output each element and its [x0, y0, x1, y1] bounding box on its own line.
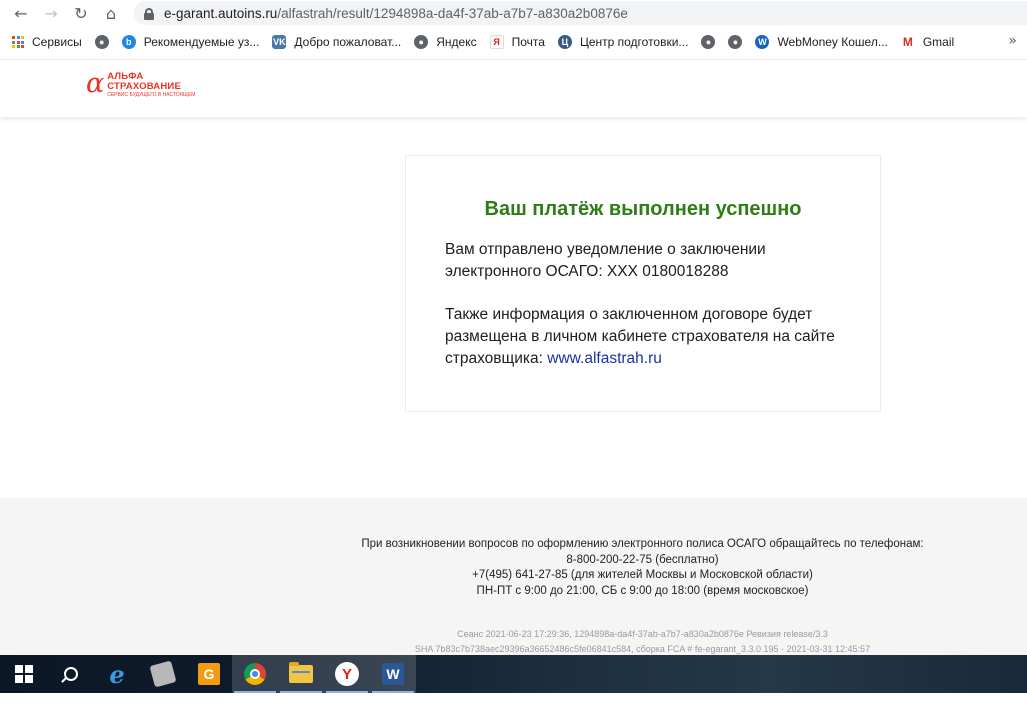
logo-text: АЛЬФА СТРАХОВАНИЕ СЕРВИС БУДУЩЕГО В НАСТ… — [107, 72, 195, 99]
start-button[interactable] — [0, 655, 48, 693]
bookmark-item[interactable]: ● Яндекс — [414, 35, 477, 49]
site-footer: При возникновении вопросов по оформлению… — [0, 498, 1027, 658]
logo-tagline: СЕРВИС БУДУЩЕГО В НАСТОЯЩЕМ — [107, 92, 196, 98]
footer-line-moscow-phone: +7(495) 641-27-85 (для жителей Москвы и … — [472, 569, 813, 581]
bookmark-item[interactable]: Я Почта — [489, 35, 545, 49]
bookmarks-more-button[interactable]: » — [1008, 33, 1017, 49]
contract-info-text: Также информация о заключенном договоре … — [445, 304, 855, 370]
bookmark-item[interactable]: ● — [701, 35, 716, 49]
bookmark-label: Добро пожаловат... — [294, 35, 402, 49]
taskbar-word[interactable]: W — [370, 655, 416, 693]
bookmark-item[interactable]: M Gmail — [900, 35, 955, 49]
folder-icon — [289, 662, 313, 683]
alfastrah-logo[interactable]: α АЛЬФА СТРАХОВАНИЕ СЕРВИС БУДУЩЕГО В НА… — [86, 68, 195, 99]
footer-line-hours: ПН-ПТ с 9:00 до 21:00, СБ с 9:00 до 18:0… — [476, 584, 809, 597]
yandex-icon: Я — [489, 35, 504, 49]
bookmark-label: Рекомендуемые уз... — [143, 35, 260, 49]
taskbar-ie[interactable]: e — [94, 655, 140, 693]
gmail-icon: M — [900, 35, 915, 49]
footer-line-free-phone: 8-800-200-22-75 (бесплатно) — [566, 553, 719, 566]
url-path: /alfastrah/result/1294898a-da4f-37ab-a7b… — [277, 5, 628, 21]
globe-icon: ● — [728, 35, 743, 49]
bookmark-label: Почта — [511, 35, 545, 49]
bookmark-label: Центр подготовки... — [579, 35, 689, 49]
footer-meta: Сеанс 2021-06-23 17:29:36, 1294898a-da4f… — [340, 627, 945, 656]
bing-icon: b — [121, 35, 136, 49]
bookmark-item[interactable]: W WebMoney Кошел... — [755, 35, 888, 49]
apps-icon — [12, 36, 24, 48]
word-icon: W — [382, 663, 404, 685]
alfastrah-link[interactable]: www.alfastrah.ru — [547, 350, 662, 367]
bookmark-item[interactable]: VK Добро пожаловат... — [272, 35, 401, 49]
footer-line-questions: При возникновении вопросов по оформлению… — [361, 538, 924, 550]
yandex-browser-icon: Y — [335, 662, 359, 686]
payment-result-card: Ваш платёж выполнен успешно Вам отправле… — [405, 155, 881, 412]
taskbar-explorer[interactable] — [278, 655, 324, 693]
back-button[interactable]: ← — [6, 1, 36, 25]
taskbar-g-app[interactable]: G — [186, 655, 232, 693]
home-button[interactable]: ⌂ — [96, 1, 126, 25]
footer-contacts: При возникновении вопросов по оформлению… — [340, 537, 945, 599]
address-bar[interactable]: e-garant.autoins.ru/alfastrah/result/129… — [134, 1, 1027, 25]
taskbar-yandex[interactable]: Y — [324, 655, 370, 693]
footer-session: Сеанс 2021-06-23 17:29:36, 1294898a-da4f… — [457, 629, 828, 639]
site-icon: Ц — [557, 35, 572, 49]
internet-explorer-icon: e — [109, 659, 125, 689]
url-host: e-garant.autoins.ru — [164, 5, 278, 21]
globe-icon: ● — [414, 35, 429, 49]
bookmark-item[interactable]: Ц Центр подготовки... — [557, 35, 689, 49]
bookmark-item[interactable]: ● — [728, 35, 743, 49]
browser-toolbar: ← → ↻ ⌂ e-garant.autoins.ru/alfastrah/re… — [0, 0, 1027, 26]
vk-icon: VK — [272, 35, 287, 49]
globe-icon: ● — [701, 35, 716, 49]
chrome-icon — [244, 663, 266, 685]
success-title: Ваш платёж выполнен успешно — [484, 198, 802, 220]
bookmark-label: Сервисы — [32, 35, 82, 49]
notification-text: Вам отправлено уведомление о заключении … — [445, 241, 766, 280]
reload-button[interactable]: ↻ — [66, 1, 96, 25]
site-header: α АЛЬФА СТРАХОВАНИЕ СЕРВИС БУДУЩЕГО В НА… — [0, 59, 1027, 117]
g-app-icon: G — [198, 663, 220, 685]
bookmark-item[interactable]: Сервисы — [12, 35, 82, 49]
bookmark-label: WebMoney Кошел... — [777, 35, 888, 49]
windows-taskbar: e G Y W — [0, 655, 1027, 693]
bookmarks-bar: Сервисы ● b Рекомендуемые уз... VK Добро пожа… — [0, 29, 1027, 55]
windows-icon — [15, 665, 33, 683]
bookmark-item[interactable]: ● — [94, 35, 109, 49]
logo-alpha-icon: α — [86, 68, 105, 99]
search-icon — [64, 667, 78, 681]
forward-button[interactable]: → — [36, 1, 66, 25]
search-button[interactable] — [48, 655, 94, 693]
bookmark-item[interactable]: b Рекомендуемые уз... — [121, 35, 260, 49]
taskbar-chrome[interactable] — [232, 655, 278, 693]
app-icon — [149, 660, 177, 688]
globe-icon: ● — [94, 35, 109, 49]
logo-line2: СТРАХОВАНИЕ — [107, 81, 181, 92]
taskbar-app-generic[interactable] — [140, 655, 186, 693]
footer-build: SHA 7b83c7b738aec29396a36652486c5fe06841… — [414, 643, 871, 654]
webmoney-icon: W — [755, 35, 770, 49]
bookmark-label: Gmail — [922, 35, 955, 49]
lock-icon — [144, 7, 154, 20]
bookmark-label: Яндекс — [436, 35, 477, 49]
